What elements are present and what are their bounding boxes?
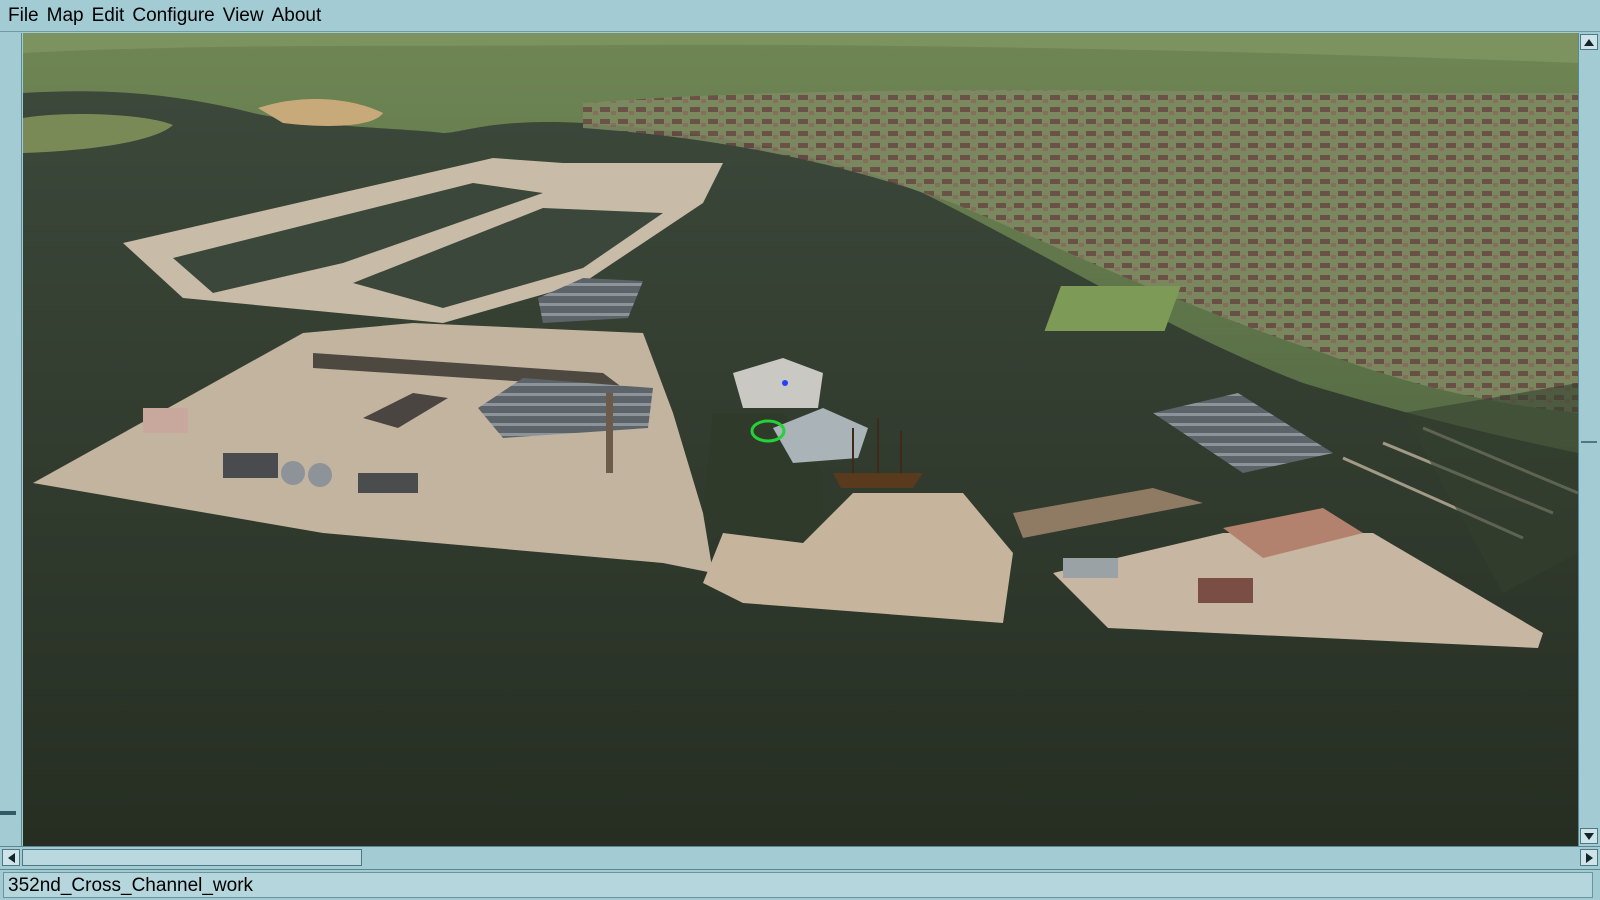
arrow-left-icon — [7, 852, 15, 863]
menu-edit[interactable]: Edit — [88, 0, 129, 32]
sports-field — [1044, 286, 1181, 331]
menu-file[interactable]: File — [4, 0, 43, 32]
menu-about[interactable]: About — [268, 0, 326, 32]
menu-bar: File Map Edit Configure View About — [0, 0, 1600, 32]
arrow-down-icon — [1584, 832, 1594, 840]
scroll-right-button[interactable] — [1580, 849, 1598, 866]
menu-map[interactable]: Map — [43, 0, 88, 32]
menu-view[interactable]: View — [219, 0, 268, 32]
tank-2 — [308, 463, 332, 487]
cursor-point — [782, 380, 788, 386]
building-dark — [223, 453, 278, 478]
horizontal-scrollbar[interactable] — [0, 846, 1600, 868]
tank-1 — [281, 461, 305, 485]
vertical-scroll-thumb[interactable] — [1581, 441, 1597, 443]
left-frame — [0, 33, 22, 848]
vertical-scrollbar[interactable] — [1578, 33, 1600, 846]
scroll-up-button[interactable] — [1580, 34, 1598, 50]
building-red — [143, 408, 188, 433]
building-brown — [1198, 578, 1253, 603]
chimney — [606, 393, 613, 473]
menu-configure[interactable]: Configure — [128, 0, 218, 32]
building-dark-2 — [358, 473, 418, 493]
splitter-handle[interactable] — [0, 811, 16, 815]
building-grey — [1063, 558, 1118, 578]
scroll-down-button[interactable] — [1580, 828, 1598, 844]
map-viewport[interactable] — [23, 33, 1578, 846]
harbor-scene — [23, 33, 1578, 846]
map-editor-window: File Map Edit Configure View About 352nd… — [0, 0, 1600, 900]
arrow-right-icon — [1585, 852, 1593, 863]
horizontal-scroll-thumb[interactable] — [22, 849, 362, 866]
status-text: 352nd_Cross_Channel_work — [3, 872, 1593, 898]
scroll-left-button[interactable] — [2, 849, 20, 866]
arrow-up-icon — [1584, 38, 1594, 46]
status-bar: 352nd_Cross_Channel_work — [0, 869, 1600, 900]
